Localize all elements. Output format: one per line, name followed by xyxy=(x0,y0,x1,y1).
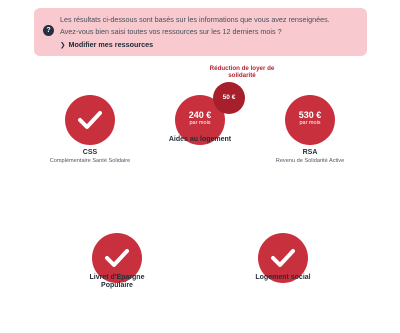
benefit-logement-social-title: Logement social xyxy=(255,274,311,281)
check-icon xyxy=(271,249,295,267)
aides-logement-amount: 240 € xyxy=(188,110,212,120)
rsa-amount: 530 € xyxy=(298,110,322,120)
modify-resources-label: Modifier mes ressources xyxy=(68,40,154,49)
check-icon xyxy=(105,249,129,267)
benefit-css-circle[interactable] xyxy=(65,95,115,145)
reduction-loyer-circle[interactable]: 50 € xyxy=(213,82,245,114)
reduction-loyer-amount: 50 € xyxy=(222,94,236,101)
benefit-aides-logement-title: Aides au logement xyxy=(168,136,232,143)
modify-resources-link[interactable]: ❯ Modifier mes ressources xyxy=(60,39,357,52)
notice-line-1: Les résultats ci-dessous sont basés sur … xyxy=(60,15,330,24)
benefit-rsa-subtitle: Revenu de Solidarité Active xyxy=(275,158,345,164)
benefit-rsa-circle[interactable]: 530 € par mois xyxy=(285,95,335,145)
benefit-livret-title: Livret d'Epargne Populaire xyxy=(89,274,145,289)
info-notice: ? Les résultats ci-dessous sont basés su… xyxy=(34,8,367,56)
benefit-rsa-title: RSA xyxy=(302,149,318,156)
benefit-css-subtitle: Complémentaire Santé Solidaire xyxy=(49,158,131,164)
reduction-loyer-title: Réduction de loyer de solidarité xyxy=(209,65,275,79)
question-icon: ? xyxy=(43,25,54,36)
chevron-right-icon: ❯ xyxy=(60,42,66,49)
aides-logement-period: par mois xyxy=(189,120,211,126)
benefit-css-title: CSS xyxy=(82,149,98,156)
notice-line-2: Avez-vous bien saisi toutes vos ressourc… xyxy=(60,27,282,36)
check-icon xyxy=(78,111,102,129)
rsa-period: par mois xyxy=(299,120,321,126)
